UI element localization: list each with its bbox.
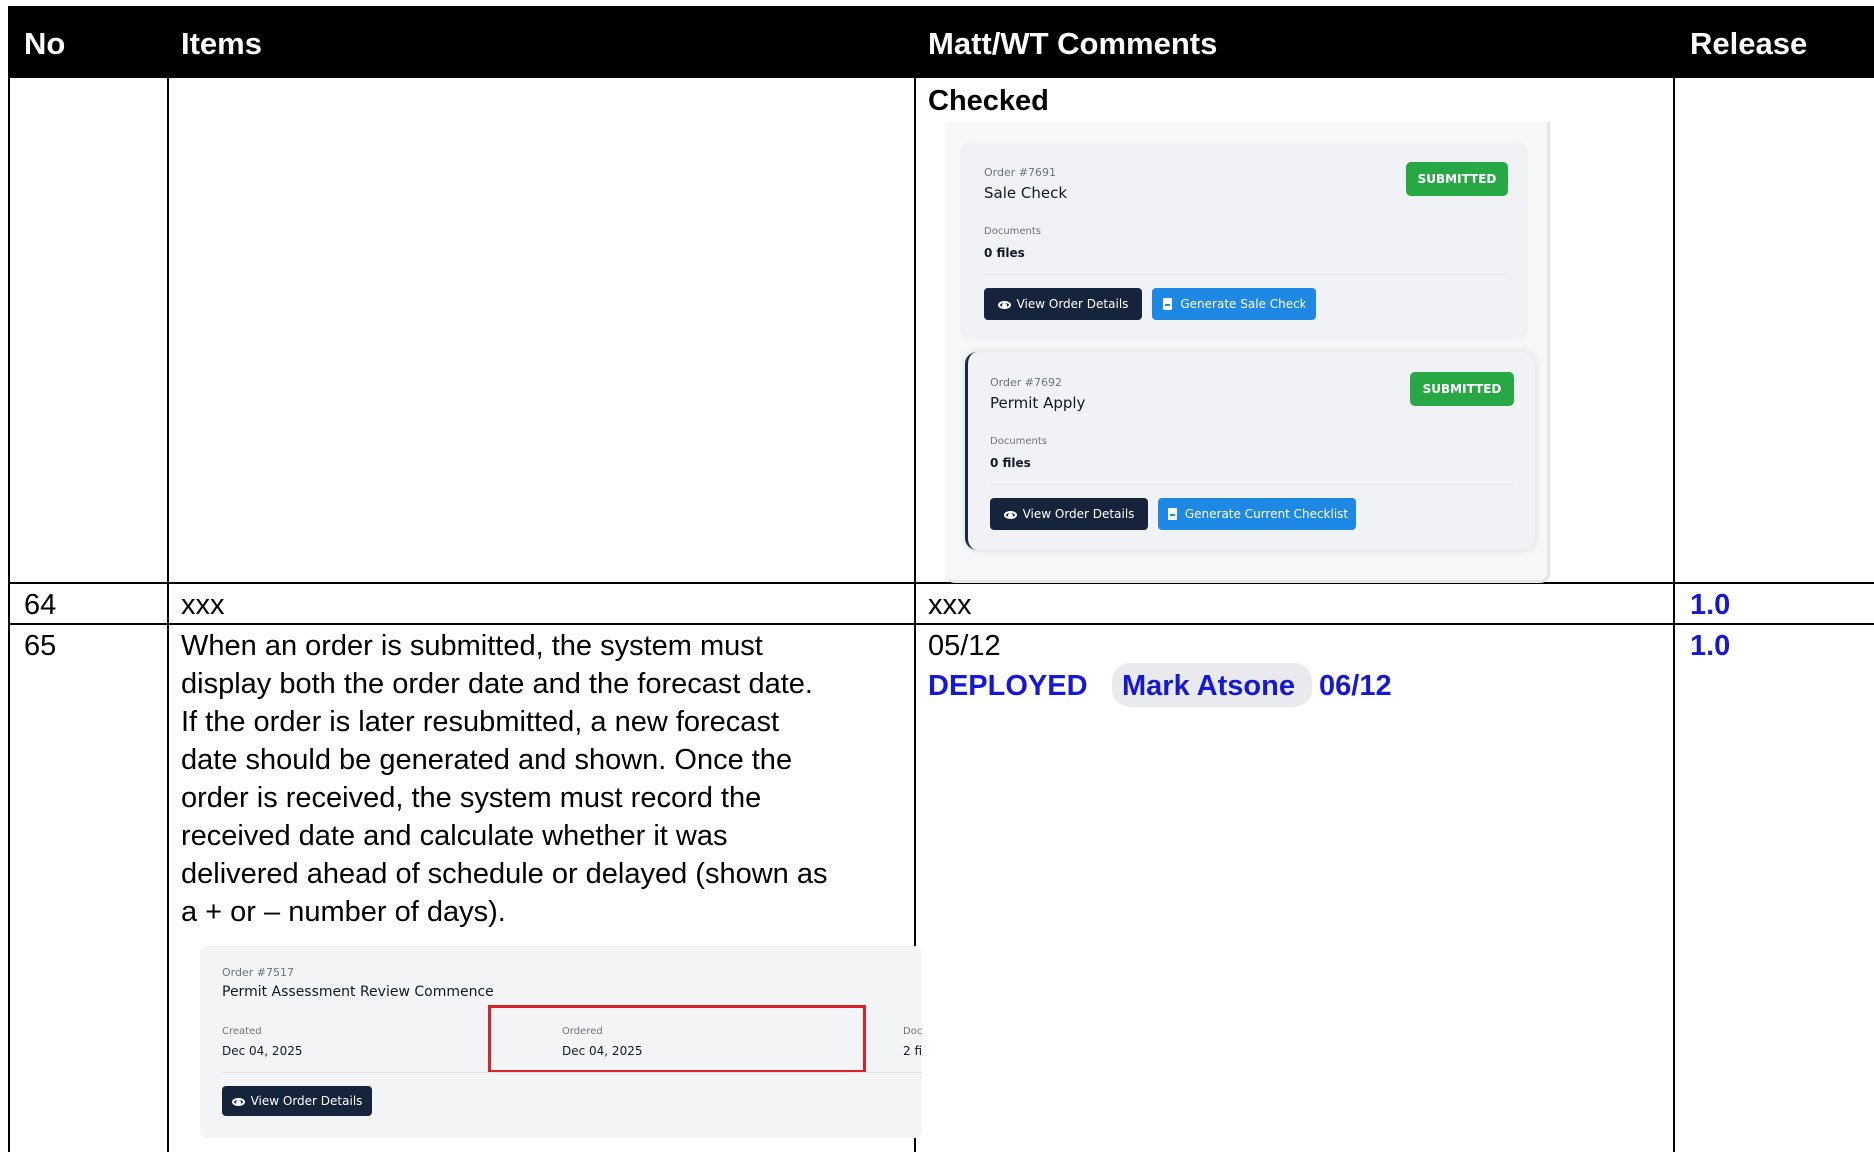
documents-value: 0 files	[984, 246, 1025, 260]
order-title: Permit Apply	[990, 394, 1086, 412]
order-number: Order #7691	[984, 166, 1056, 179]
order-number: Order #7692	[990, 376, 1062, 389]
document-icon	[1161, 297, 1174, 311]
button-label: View Order Details	[250, 1094, 363, 1108]
documents-value: 0 files	[990, 456, 1031, 470]
row-64-no: 64	[24, 589, 57, 621]
row-64-item: xxx	[181, 589, 225, 621]
item-line: a + or – number of days).	[181, 896, 506, 928]
row-65-comment-date: 05/12	[928, 630, 1001, 662]
grid-line	[167, 78, 169, 1152]
button-label: View Order Details	[1016, 297, 1129, 311]
highlight-box	[488, 1005, 866, 1073]
order-card: Order #7691 Sale Check Documents 0 files…	[960, 142, 1528, 340]
deployed-label: DEPLOYED	[928, 670, 1088, 702]
item-line: display both the order date and the fore…	[181, 668, 813, 700]
button-label: Generate Sale Check	[1180, 297, 1307, 311]
item-line: delivered ahead of schedule or delayed (…	[181, 858, 828, 890]
row-65-item: When an order is submitted, the system m…	[181, 627, 911, 931]
button-label: Generate Current Checklist	[1184, 507, 1349, 521]
eye-icon	[1003, 508, 1017, 521]
header-comments: Matt/WT Comments	[928, 26, 1218, 61]
generate-sale-check-button[interactable]: Generate Sale Check	[1152, 288, 1316, 320]
item-line: date should be generated and shown. Once…	[181, 744, 793, 776]
item-line: received date and calculate whether it w…	[181, 820, 728, 852]
deployed-date: 06/12	[1319, 670, 1392, 702]
created-value: Dec 04, 2025	[222, 1044, 303, 1058]
divider	[984, 274, 1508, 275]
item-line: When an order is submitted, the system m…	[181, 630, 763, 662]
order-dates-screenshot: Order #7517 Permit Assessment Review Com…	[200, 946, 922, 1138]
created-label: Created	[222, 1026, 262, 1037]
requirements-table: No Items Matt/WT Comments Release Checke…	[8, 6, 1874, 1152]
button-label: View Order Details	[1022, 507, 1135, 521]
header-items: Items	[181, 26, 262, 61]
row-65-release: 1.0	[1690, 630, 1731, 662]
documents-label: Doc	[903, 1026, 923, 1037]
header-release: Release	[1690, 26, 1808, 61]
divider	[990, 484, 1514, 485]
comment-heading: Checked	[928, 85, 1049, 117]
header-no: No	[24, 26, 66, 61]
row-64-comment: xxx	[928, 589, 972, 621]
documents-label: Documents	[984, 226, 1042, 237]
order-number: Order #7517	[222, 966, 294, 979]
view-order-details-button[interactable]: View Order Details	[222, 1086, 372, 1116]
item-line: order is received, the system must recor…	[181, 782, 762, 814]
table-header: No Items Matt/WT Comments Release	[8, 6, 1874, 78]
view-order-details-button[interactable]: View Order Details	[990, 498, 1148, 530]
view-order-details-button[interactable]: View Order Details	[984, 288, 1142, 320]
generate-current-checklist-button[interactable]: Generate Current Checklist	[1158, 498, 1356, 530]
documents-value: 2 fi	[903, 1044, 923, 1058]
grid-line	[1673, 78, 1675, 1152]
document-icon	[1166, 507, 1179, 521]
status-badge: SUBMITTED	[1410, 372, 1514, 406]
person-name: Mark Atsone	[1122, 670, 1295, 702]
documents-label: Documents	[990, 436, 1048, 447]
order-title: Sale Check	[984, 184, 1068, 202]
grid-line	[8, 582, 1874, 584]
order-cards-screenshot: Order #7691 Sale Check Documents 0 files…	[945, 122, 1550, 583]
order-title: Permit Assessment Review Commence	[222, 984, 494, 1000]
row-64-release: 1.0	[1690, 589, 1731, 621]
item-line: If the order is later resubmitted, a new…	[181, 706, 779, 738]
row-65-no: 65	[24, 630, 57, 662]
divider	[222, 1072, 922, 1073]
grid-line	[8, 78, 10, 1152]
order-card: Order #7692 Permit Apply Documents 0 fil…	[965, 352, 1535, 550]
eye-icon	[231, 1095, 245, 1108]
eye-icon	[997, 298, 1011, 311]
status-badge: SUBMITTED	[1406, 162, 1508, 196]
